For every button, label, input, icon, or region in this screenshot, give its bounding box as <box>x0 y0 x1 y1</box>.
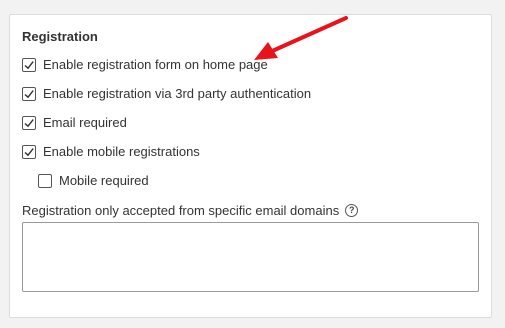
question-circle-icon[interactable]: ? <box>345 204 359 217</box>
email-domains-textarea[interactable] <box>22 222 479 292</box>
option-mobile-required[interactable]: Mobile required <box>38 173 149 188</box>
checkbox-mobile-registrations[interactable] <box>22 144 36 159</box>
option-label: Mobile required <box>59 173 149 188</box>
checkbox-registration-form-home[interactable] <box>22 57 36 72</box>
option-label: Enable mobile registrations <box>43 144 200 159</box>
option-registration-form-home[interactable]: Enable registration form on home page <box>22 57 268 72</box>
option-third-party-auth[interactable]: Enable registration via 3rd party authen… <box>22 86 311 101</box>
option-mobile-registrations[interactable]: Enable mobile registrations <box>22 144 200 159</box>
checkmark-icon <box>24 118 34 127</box>
checkbox-email-required[interactable] <box>22 115 36 130</box>
annotation-arrow-icon <box>254 16 348 60</box>
checkmark-icon <box>24 89 34 98</box>
option-label: Email required <box>43 115 127 130</box>
option-label: Enable registration via 3rd party authen… <box>43 86 312 101</box>
checkbox-mobile-required[interactable] <box>38 173 52 188</box>
option-email-required[interactable]: Email required <box>22 115 127 130</box>
checkbox-third-party-auth[interactable] <box>22 86 36 101</box>
section-title: Registration <box>22 29 98 44</box>
checkmark-icon <box>24 60 34 69</box>
checkmark-icon <box>24 147 34 156</box>
option-label: Enable registration form on home page <box>43 57 268 72</box>
domains-label: Registration only accepted from specific… <box>22 203 340 218</box>
domains-label-row: Registration only accepted from specific… <box>22 203 359 218</box>
